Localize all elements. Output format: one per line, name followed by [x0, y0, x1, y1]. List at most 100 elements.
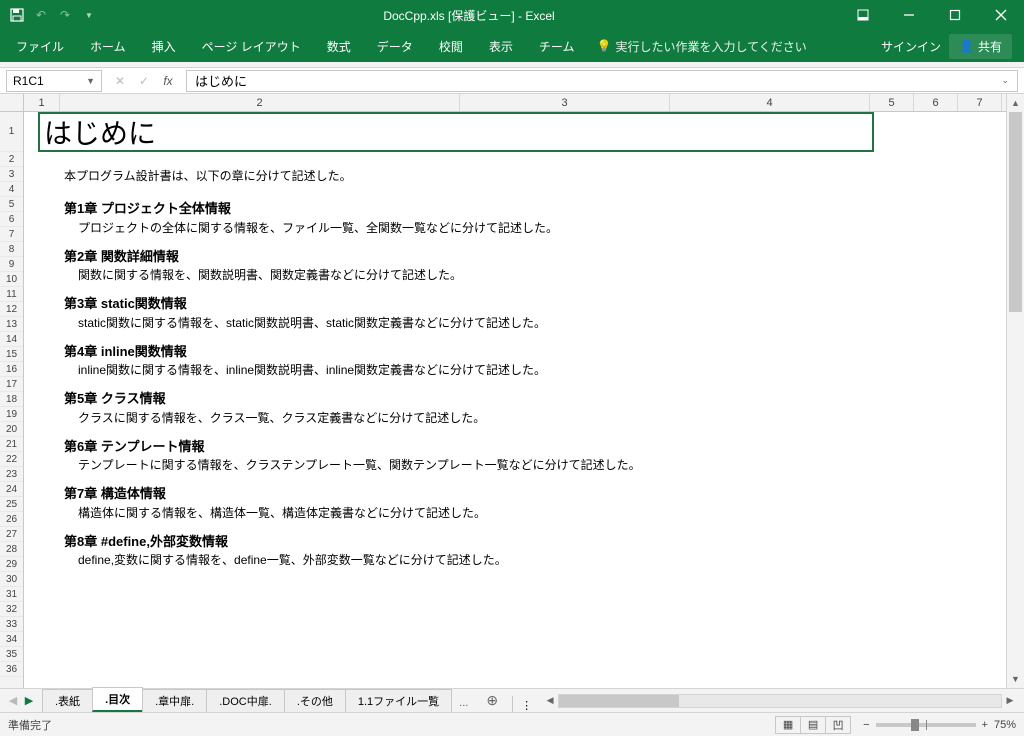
row-header[interactable]: 27: [0, 527, 23, 542]
scroll-thumb[interactable]: [1009, 112, 1022, 312]
signin-link[interactable]: サインイン: [881, 38, 941, 55]
qat-dropdown-icon[interactable]: ▼: [80, 6, 98, 24]
row-header[interactable]: 2: [0, 152, 23, 167]
row-header[interactable]: 24: [0, 482, 23, 497]
row-header[interactable]: 26: [0, 512, 23, 527]
scroll-left-icon[interactable]: ◀: [542, 695, 558, 706]
col-header[interactable]: 6: [914, 94, 958, 111]
view-page-layout-icon[interactable]: ▤: [800, 716, 826, 734]
tab-nav-next-icon[interactable]: ▶: [22, 694, 36, 707]
row-header[interactable]: 12: [0, 302, 23, 317]
col-header[interactable]: 4: [670, 94, 870, 111]
ribbon-tab-8[interactable]: チーム: [527, 32, 587, 61]
cells-grid[interactable]: はじめに 本プログラム設計書は、以下の章に分けて記述した。 第1章 プロジェクト…: [24, 112, 1006, 688]
vertical-scrollbar[interactable]: ▲ ▼: [1006, 94, 1024, 688]
scroll-up-icon[interactable]: ▲: [1007, 94, 1024, 112]
row-header[interactable]: 31: [0, 587, 23, 602]
row-header[interactable]: 14: [0, 332, 23, 347]
sheet-tab[interactable]: .目次: [92, 687, 143, 712]
view-page-break-icon[interactable]: 凹: [825, 716, 851, 734]
ribbon-tab-5[interactable]: データ: [365, 32, 425, 61]
sheet-tab[interactable]: .DOC中扉.: [206, 689, 285, 712]
col-header[interactable]: 2: [60, 94, 460, 111]
row-header[interactable]: 1: [0, 112, 23, 152]
row-header[interactable]: 23: [0, 467, 23, 482]
row-header[interactable]: 22: [0, 452, 23, 467]
row-headers[interactable]: 1234567891011121314151617181920212223242…: [0, 112, 24, 688]
hscroll-track[interactable]: [558, 694, 1002, 708]
row-header[interactable]: 8: [0, 242, 23, 257]
enter-formula-icon[interactable]: ✓: [136, 74, 152, 88]
chevron-down-icon[interactable]: ▼: [86, 76, 95, 86]
col-header[interactable]: 3: [460, 94, 670, 111]
row-header[interactable]: 34: [0, 632, 23, 647]
zoom-slider[interactable]: [876, 723, 976, 727]
row-header[interactable]: 11: [0, 287, 23, 302]
row-header[interactable]: 9: [0, 257, 23, 272]
sheet-tab[interactable]: .表紙: [42, 689, 93, 712]
row-header[interactable]: 7: [0, 227, 23, 242]
row-header[interactable]: 4: [0, 182, 23, 197]
zoom-level[interactable]: 75%: [994, 719, 1016, 731]
horizontal-scrollbar[interactable]: ◀ ▶: [542, 694, 1018, 708]
row-header[interactable]: 32: [0, 602, 23, 617]
expand-formula-icon[interactable]: ⌄: [1001, 75, 1009, 86]
row-header[interactable]: 36: [0, 662, 23, 677]
maximize-button[interactable]: [932, 0, 978, 30]
select-all-corner[interactable]: [0, 94, 24, 112]
share-button[interactable]: 👤共有: [949, 34, 1012, 59]
row-header[interactable]: 20: [0, 422, 23, 437]
row-header[interactable]: 19: [0, 407, 23, 422]
sheet-tab[interactable]: 1.1ファイル一覧: [345, 689, 452, 712]
redo-icon[interactable]: ↷: [56, 6, 74, 24]
row-header[interactable]: 10: [0, 272, 23, 287]
col-header[interactable]: 1: [24, 94, 60, 111]
zoom-in-button[interactable]: +: [982, 719, 988, 731]
ribbon-tab-7[interactable]: 表示: [477, 32, 525, 61]
sheet-tab[interactable]: .その他: [284, 689, 346, 712]
scroll-right-icon[interactable]: ▶: [1002, 695, 1018, 706]
minimize-button[interactable]: [886, 0, 932, 30]
tab-divider-handle[interactable]: ⋮: [517, 699, 536, 712]
ribbon-options-icon[interactable]: [840, 0, 886, 30]
row-header[interactable]: 33: [0, 617, 23, 632]
save-icon[interactable]: [8, 6, 26, 24]
hscroll-thumb[interactable]: [559, 695, 679, 707]
fx-icon[interactable]: fx: [160, 74, 176, 88]
undo-icon[interactable]: ↶: [32, 6, 50, 24]
row-header[interactable]: 30: [0, 572, 23, 587]
ribbon-tab-6[interactable]: 校閲: [427, 32, 475, 61]
column-headers[interactable]: 1234567: [24, 94, 1006, 112]
ribbon-tab-4[interactable]: 数式: [315, 32, 363, 61]
row-header[interactable]: 13: [0, 317, 23, 332]
row-header[interactable]: 25: [0, 497, 23, 512]
sheet-tab[interactable]: .章中扉.: [142, 689, 207, 712]
row-header[interactable]: 3: [0, 167, 23, 182]
title-cell[interactable]: はじめに: [38, 112, 874, 152]
row-header[interactable]: 16: [0, 362, 23, 377]
row-header[interactable]: 6: [0, 212, 23, 227]
row-header[interactable]: 15: [0, 347, 23, 362]
tell-me[interactable]: 💡実行したい作業を入力してください: [596, 38, 806, 55]
zoom-knob[interactable]: [911, 719, 919, 731]
ribbon-tab-3[interactable]: ページ レイアウト: [190, 32, 313, 61]
scroll-track[interactable]: [1009, 112, 1022, 670]
scroll-down-icon[interactable]: ▼: [1007, 670, 1024, 688]
cancel-formula-icon[interactable]: ✕: [112, 74, 128, 88]
col-header[interactable]: 7: [958, 94, 1002, 111]
close-button[interactable]: [978, 0, 1024, 30]
row-header[interactable]: 5: [0, 197, 23, 212]
row-header[interactable]: 21: [0, 437, 23, 452]
row-header[interactable]: 17: [0, 377, 23, 392]
row-header[interactable]: 29: [0, 557, 23, 572]
zoom-out-button[interactable]: −: [863, 719, 869, 731]
add-sheet-button[interactable]: ⊕: [476, 689, 508, 712]
row-header[interactable]: 35: [0, 647, 23, 662]
row-header[interactable]: 28: [0, 542, 23, 557]
row-header[interactable]: 18: [0, 392, 23, 407]
formula-input[interactable]: はじめに ⌄: [186, 70, 1018, 92]
view-normal-icon[interactable]: ▦: [775, 716, 801, 734]
sheet-tabs-more[interactable]: ...: [451, 694, 476, 712]
name-box[interactable]: R1C1 ▼: [6, 70, 102, 92]
ribbon-tab-0[interactable]: ファイル: [4, 32, 76, 61]
